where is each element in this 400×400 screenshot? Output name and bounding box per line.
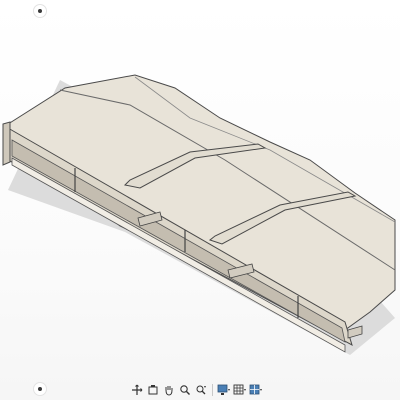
duct-model[interactable] <box>0 0 400 400</box>
pan-hand-icon <box>165 386 173 396</box>
top-menu-button[interactable] <box>33 4 47 18</box>
viewports-button[interactable] <box>249 383 263 397</box>
display-settings-button[interactable] <box>217 383 231 397</box>
display-settings-icon <box>217 384 230 395</box>
zoom-window-icon <box>196 385 206 395</box>
grid-snaps-icon <box>233 384 246 395</box>
zoom-window-button[interactable] <box>194 383 208 397</box>
zoom-icon <box>180 385 190 395</box>
orbit-icon <box>132 384 143 395</box>
pan-button[interactable] <box>162 383 176 397</box>
look-at-button[interactable] <box>146 383 160 397</box>
zoom-button[interactable] <box>178 383 192 397</box>
menu-dot-icon <box>38 9 42 13</box>
viewports-icon <box>249 384 262 395</box>
bottom-menu-button[interactable] <box>33 382 47 396</box>
look-at-icon <box>148 385 158 395</box>
grid-snaps-button[interactable] <box>233 383 247 397</box>
toolbar-separator <box>212 384 213 396</box>
orbit-button[interactable] <box>130 383 144 397</box>
3d-viewport[interactable] <box>0 0 400 400</box>
end-cap <box>2 121 11 166</box>
menu-dot-icon <box>38 387 42 391</box>
navigation-toolbar <box>130 381 272 399</box>
